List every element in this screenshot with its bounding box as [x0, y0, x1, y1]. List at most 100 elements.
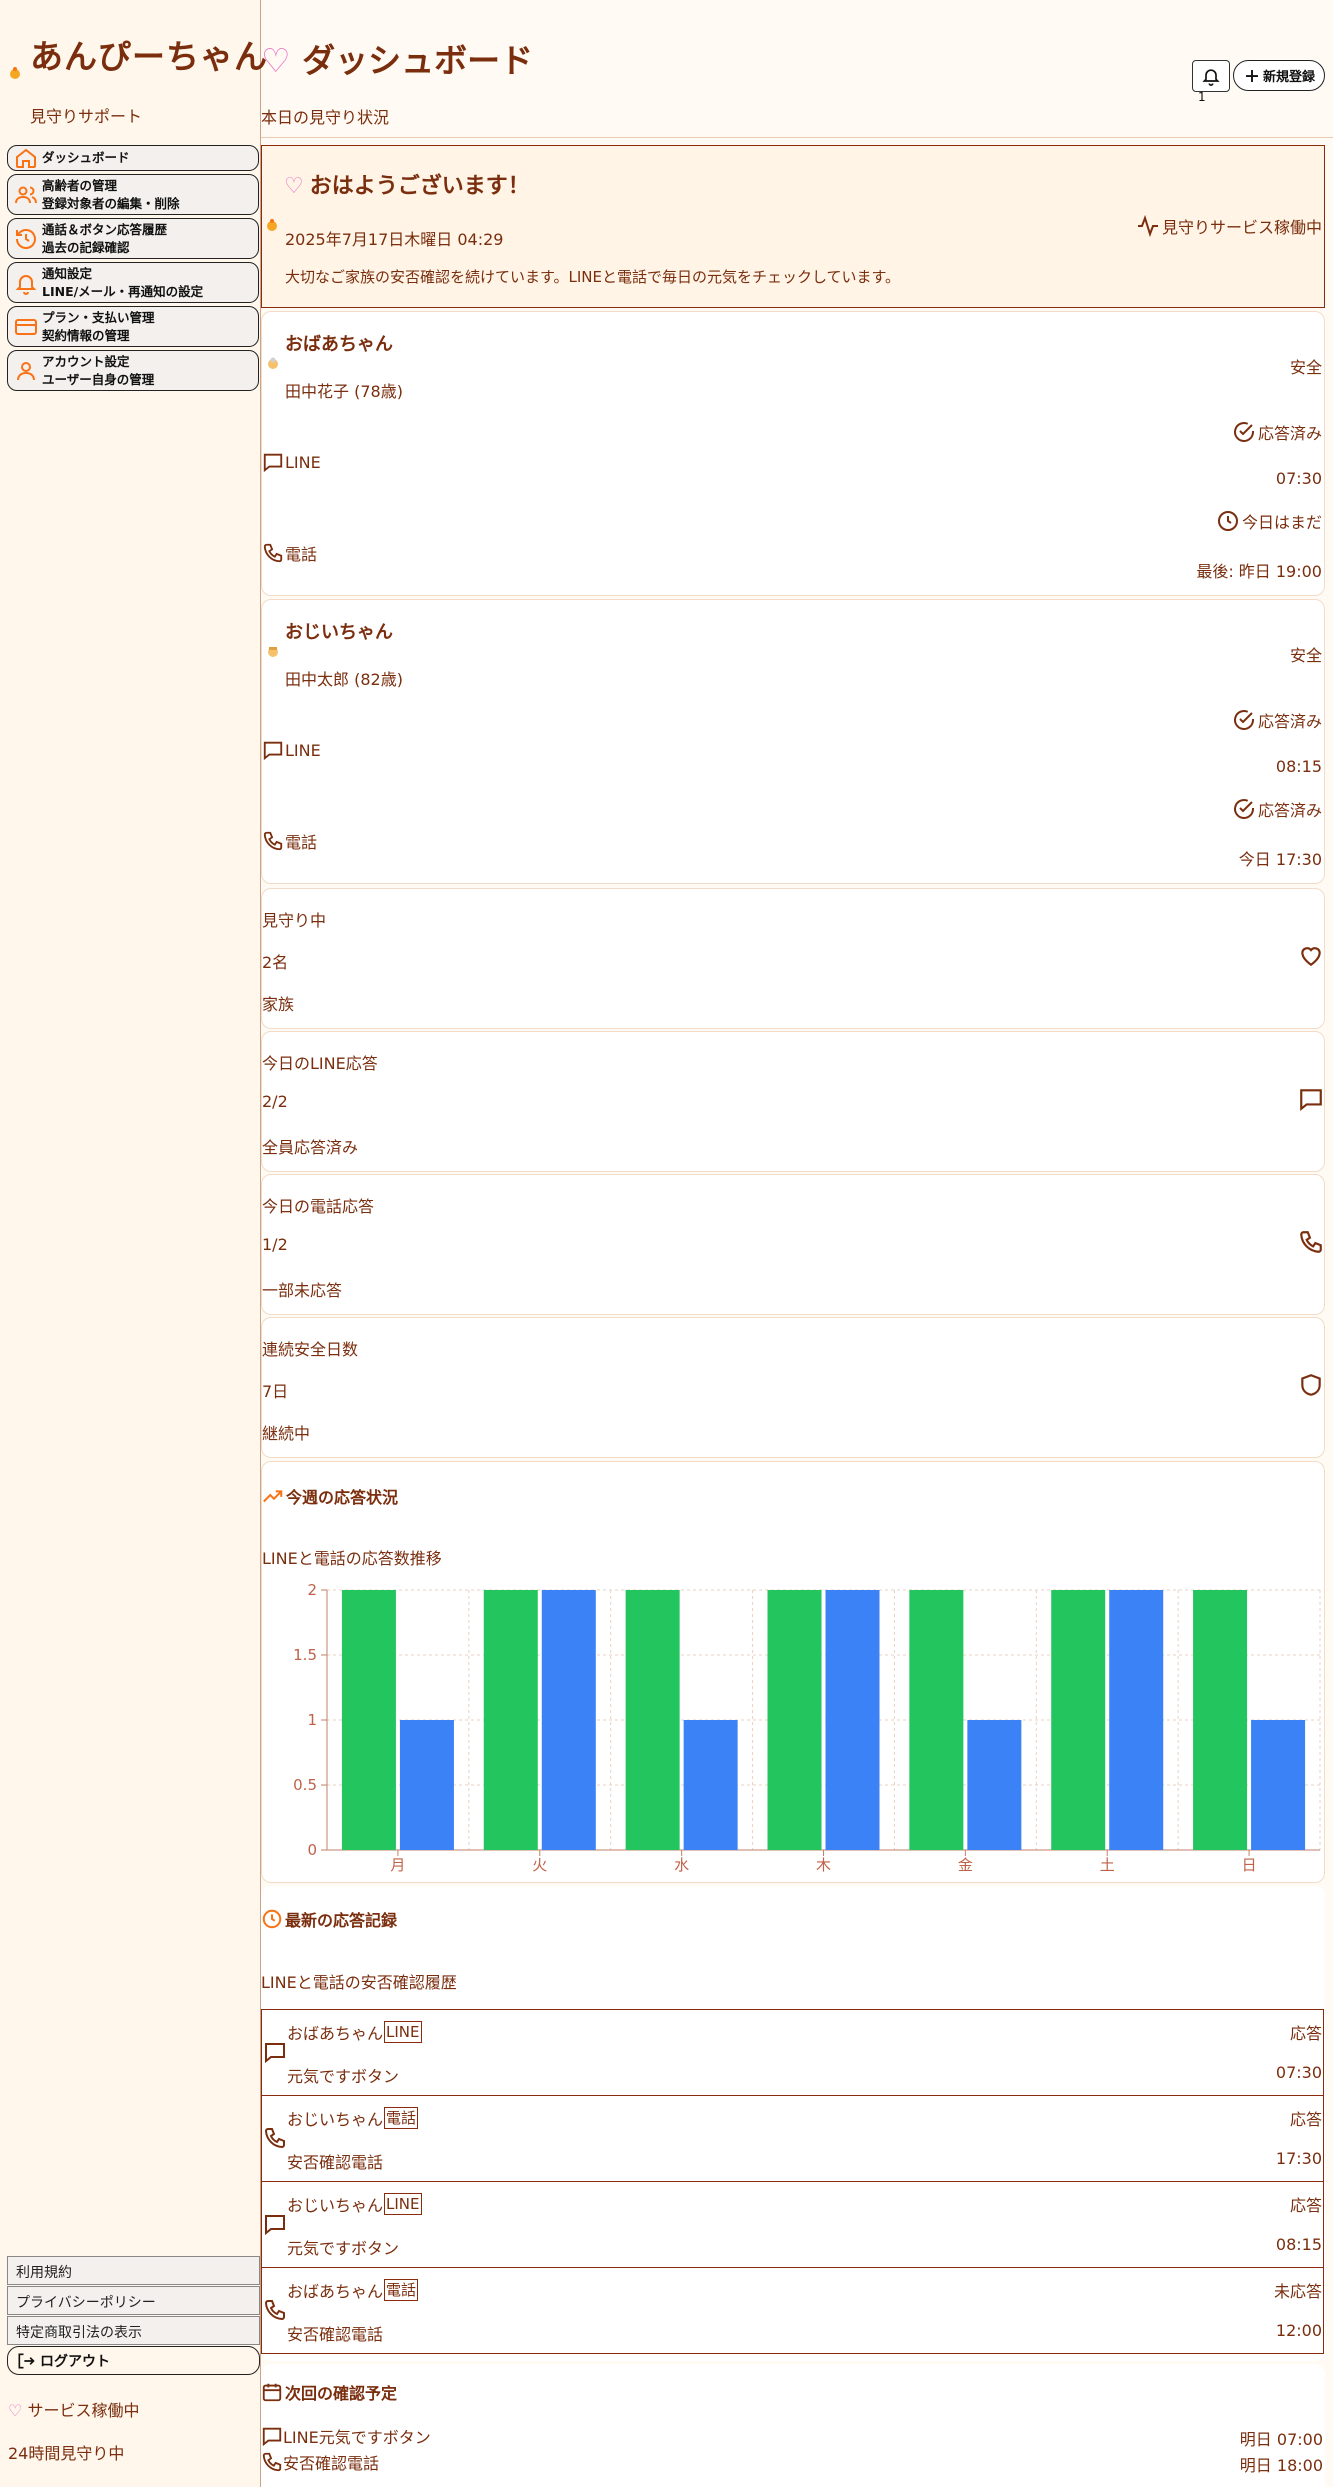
weekly-title: 今週の応答状況: [262, 1484, 398, 1508]
phone-icon: [262, 2452, 282, 2472]
stat-value: 1/2: [262, 1235, 288, 1254]
line-status: 応答済み: [1232, 708, 1322, 732]
sidebar-item-history[interactable]: 通話＆ボタン応答履歴 過去の記録確認: [7, 218, 259, 259]
message-icon: [262, 2427, 282, 2447]
phone-channel-label: 電話: [285, 545, 318, 564]
service-running-status: 見守りサービス稼働中: [1136, 214, 1322, 238]
channel-badge: 電話: [384, 2279, 419, 2301]
record-time: 07:30: [1275, 2063, 1322, 2082]
emoji-icon: [10, 67, 20, 79]
message-icon: [263, 453, 283, 473]
page-title-text: ダッシュボード: [302, 41, 534, 80]
logout-button[interactable]: ログアウト: [7, 2346, 260, 2375]
list-item[interactable]: おばあちゃん LINE 元気ですボタン 応答 07:30: [261, 2009, 1324, 2096]
record-description: 元気ですボタン: [287, 2239, 400, 2258]
list-item[interactable]: おじいちゃん 電話 安否確認電話 応答 17:30: [261, 2095, 1324, 2182]
record-status: 未応答: [1273, 2282, 1322, 2301]
chart-bar: [767, 1590, 822, 1850]
bell-icon: [15, 274, 37, 295]
sidebar-item-label: ダッシュボード: [42, 150, 130, 165]
next-item-text: LINE元気ですボタン: [283, 2428, 431, 2447]
stat-label: 連続安全日数: [262, 1340, 359, 1359]
sidebar-item-sublabel: LINE/メール・再通知の設定: [42, 283, 204, 299]
heart-icon: ♡: [284, 174, 304, 199]
sidebar-item-label: 高齢者の管理: [42, 177, 118, 193]
list-item[interactable]: おばあちゃん 電話 安否確認電話 未応答 12:00: [261, 2267, 1324, 2354]
app-root: あんぴーちゃん 見守りサポート ダッシュボード 高齢者の管理 登録対象者の編集・削…: [0, 0, 1333, 2487]
activity-icon: [1137, 214, 1158, 238]
chart-bar: [541, 1590, 596, 1850]
message-icon: [263, 741, 283, 761]
line-time: 08:15: [1275, 757, 1322, 776]
commerce-law-link[interactable]: 特定商取引法の表示: [7, 2316, 260, 2345]
sidebar-item-label: 通知設定: [42, 265, 93, 281]
next-item: LINE元気ですボタン 明日 07:00: [261, 2424, 1325, 2449]
sidebar-item-sublabel: 過去の記録確認: [42, 239, 130, 255]
notification-button[interactable]: [1192, 60, 1230, 92]
weekly-bar-chart: 0 0.5 1 1.5 2 月 火 水 木 金 土 日: [293, 1581, 1321, 1874]
person-detail: 田中太郎 (82歳): [285, 670, 403, 689]
stat-card-watching: 見守り中 2名 家族: [261, 888, 1325, 1029]
grandpa-emoji-icon: [268, 647, 278, 657]
record-person: おじいちゃん LINE: [287, 2192, 422, 2216]
chart-bar: [1051, 1590, 1106, 1850]
person-name: おじいちゃん: [285, 622, 393, 643]
chart-bar: [1109, 1590, 1164, 1850]
record-person: おじいちゃん 電話: [287, 2106, 419, 2130]
service-status-label: サービス稼働中: [27, 2401, 140, 2420]
records-list: おばあちゃん LINE 元気ですボタン 応答 07:30 おじいちゃん 電話 安否確…: [261, 2009, 1324, 2354]
person-card[interactable]: おばあちゃん 田中花子 (78歳) 安全 応答済み LINE 07:30 今日は…: [261, 311, 1325, 596]
list-item[interactable]: おじいちゃん LINE 元気ですボタン 応答 08:15: [261, 2181, 1324, 2268]
person-detail: 田中花子 (78歳): [285, 382, 403, 401]
next-title: 次回の確認予定: [261, 2380, 397, 2404]
line-status: 応答済み: [1232, 420, 1322, 444]
x-tick-label: 金: [958, 1856, 973, 1874]
line-channel: LINE: [262, 739, 321, 761]
greeting-title: ♡ おはようございます！: [284, 168, 530, 200]
greeting-card: ♡ おはようございます！ 2025年7月17日木曜日 04:29 見守りサービス稼…: [261, 145, 1325, 308]
new-registration-button[interactable]: 新規登録: [1233, 60, 1325, 91]
record-description: 安否確認電話: [287, 2153, 384, 2172]
check-circle-icon: [1234, 710, 1254, 730]
grandma-emoji-icon: [268, 357, 278, 369]
next-item: 安否確認電話 明日 18:00: [261, 2450, 1325, 2475]
message-icon: [265, 2215, 285, 2236]
line-channel-label: LINE: [285, 740, 321, 760]
sidebar-item-seniors[interactable]: 高齢者の管理登録対象者の編集・削除: [7, 174, 259, 215]
sidebar-item-notifications[interactable]: 通知設定 LINE/メール・再通知の設定: [7, 262, 259, 303]
greeting-date: 2025年7月17日木曜日 04:29: [285, 230, 504, 249]
sidebar-item-sublabel: 登録対象者の編集・削除: [42, 195, 180, 211]
brand-title: あんぴーちゃん: [30, 37, 268, 76]
check-circle-icon: [1234, 422, 1254, 442]
record-person-name: おばあちゃん: [287, 2282, 384, 2301]
header-divider: [261, 137, 1333, 138]
next-item-time: 明日 07:00: [1239, 2430, 1323, 2449]
x-tick-label: 水: [674, 1856, 689, 1874]
y-tick-label: 1.5: [293, 1646, 317, 1664]
privacy-link[interactable]: プライバシーポリシー: [7, 2286, 260, 2315]
safety-status: 安全: [1289, 646, 1322, 665]
sidebar-item-billing[interactable]: プラン・支払い管理 契約情報の管理: [7, 306, 259, 347]
record-person: おばあちゃん LINE: [287, 2020, 422, 2044]
person-card[interactable]: おじいちゃん 田中太郎 (82歳) 安全 応答済み LINE 08:15 応答済…: [261, 599, 1325, 884]
phone-icon: [264, 2300, 285, 2321]
terms-link[interactable]: 利用規約: [7, 2256, 260, 2285]
next-item-text: 安否確認電話: [283, 2454, 380, 2473]
x-tick-label: 土: [1100, 1856, 1115, 1874]
logout-icon: [18, 2353, 35, 2368]
page-title: ♡ ダッシュボード: [261, 34, 533, 82]
message-icon: [1300, 1089, 1322, 1112]
channel-badge: 電話: [384, 2107, 419, 2129]
weekly-title-text: 今週の応答状況: [286, 1488, 399, 1507]
sidebar-item-label: プラン・支払い管理: [42, 309, 155, 325]
sidebar-item-dashboard[interactable]: ダッシュボード: [7, 145, 259, 171]
next-title-text: 次回の確認予定: [285, 2384, 398, 2403]
sidebar-item-account[interactable]: アカウント設定 ユーザー自身の管理: [7, 350, 259, 391]
record-person-name: おじいちゃん: [287, 2110, 384, 2129]
user-icon: [17, 361, 35, 380]
next-item-label: LINE元気ですボタン: [261, 2424, 431, 2448]
weekly-chart-card: 今週の応答状況 LINEと電話の応答数推移 0 0.5 1 1.5 2 月 火 水 木 金 土 日: [261, 1461, 1325, 1883]
stat-note: 家族: [262, 995, 295, 1014]
chart-bar: [825, 1590, 880, 1850]
y-tick-label: 0.5: [293, 1776, 317, 1794]
